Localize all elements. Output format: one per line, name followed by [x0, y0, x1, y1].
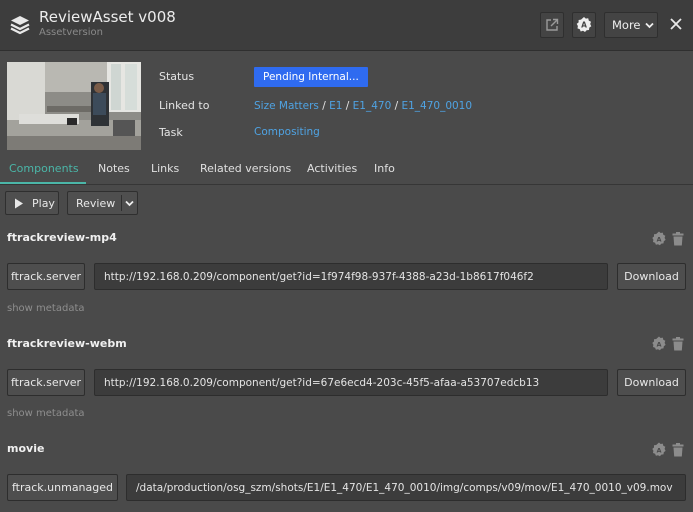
trash-icon[interactable]: [672, 232, 684, 246]
external-link-icon: [546, 18, 559, 31]
entity-type-label: Assetversion: [39, 27, 103, 38]
open-external-button[interactable]: [540, 12, 564, 38]
tab-info[interactable]: Info: [374, 162, 395, 175]
play-label: Play: [32, 196, 55, 210]
component-name: ftrackreview-webm: [7, 337, 127, 350]
tab-bar: Components Notes Links Related versions …: [0, 156, 693, 185]
svg-text:A: A: [656, 446, 661, 454]
active-tab-indicator: [0, 182, 86, 184]
play-button[interactable]: Play: [5, 191, 59, 215]
tab-links[interactable]: Links: [151, 162, 179, 175]
status-label: Status: [159, 70, 195, 83]
close-button[interactable]: [666, 14, 686, 34]
show-metadata-link[interactable]: show metadata: [7, 408, 85, 419]
tab-activities[interactable]: Activities: [307, 162, 357, 175]
download-button[interactable]: Download: [617, 369, 686, 396]
svg-text:A: A: [581, 21, 587, 30]
component-actions: A: [651, 442, 685, 458]
show-metadata-link[interactable]: show metadata: [7, 303, 85, 314]
tab-notes[interactable]: Notes: [98, 162, 130, 175]
dropdown-divider: [121, 195, 122, 211]
trash-icon[interactable]: [672, 443, 684, 457]
breadcrumb-link-shot[interactable]: E1_470_0010: [401, 100, 472, 112]
task-label: Task: [159, 126, 183, 139]
location-button[interactable]: ftrack.server: [7, 369, 85, 396]
location-button[interactable]: ftrack.unmanaged: [7, 474, 118, 501]
more-dropdown[interactable]: More: [604, 12, 658, 38]
svg-text:A: A: [656, 340, 661, 348]
chevron-down-icon: [645, 22, 654, 29]
component-actions: A: [651, 336, 685, 352]
page-title: ReviewAsset v008: [39, 8, 176, 26]
svg-text:A: A: [656, 235, 661, 243]
tab-related-versions[interactable]: Related versions: [200, 162, 291, 175]
tab-components[interactable]: Components: [9, 162, 79, 175]
component-name: ftrackreview-mp4: [7, 231, 117, 244]
component-name: movie: [7, 442, 45, 455]
linked-to-breadcrumb: Size Matters / E1 / E1_470 / E1_470_0010: [254, 100, 472, 112]
location-button[interactable]: ftrack.server: [7, 263, 85, 290]
breadcrumb-link-project[interactable]: Size Matters: [254, 100, 319, 112]
thumbnail-image: [7, 62, 141, 150]
task-link[interactable]: Compositing: [254, 126, 320, 138]
layers-icon: [10, 16, 30, 35]
component-url-field[interactable]: http://192.168.0.209/component/get?id=1f…: [94, 263, 608, 290]
component-actions: A: [651, 231, 685, 247]
download-button[interactable]: Download: [617, 263, 686, 290]
play-icon: [15, 198, 23, 208]
gear-icon[interactable]: A: [651, 336, 667, 352]
review-dropdown[interactable]: Review: [67, 191, 138, 215]
breadcrumb-link-sequence[interactable]: E1_470: [353, 100, 392, 112]
linked-to-label: Linked to: [159, 99, 210, 112]
settings-badge-icon: A: [576, 17, 592, 32]
gear-icon[interactable]: A: [651, 231, 667, 247]
breadcrumb-separator: /: [391, 100, 402, 112]
version-thumbnail[interactable]: [7, 62, 141, 150]
header: ReviewAsset v008 Assetversion A More: [0, 0, 693, 51]
breadcrumb-separator: /: [318, 100, 330, 112]
gear-icon[interactable]: A: [651, 442, 667, 458]
breadcrumb-link-episode[interactable]: E1: [329, 100, 342, 112]
review-label: Review: [76, 196, 116, 210]
component-path-field[interactable]: /data/production/osg_szm/shots/E1/E1_470…: [126, 474, 686, 501]
breadcrumb-separator: /: [342, 100, 353, 112]
more-label: More: [612, 18, 641, 32]
trash-icon[interactable]: [672, 337, 684, 351]
close-icon: [670, 18, 682, 30]
component-url-field[interactable]: http://192.168.0.209/component/get?id=67…: [94, 369, 608, 396]
chevron-down-icon: [125, 200, 134, 207]
settings-button[interactable]: A: [572, 12, 596, 38]
status-badge[interactable]: Pending Internal...: [254, 67, 368, 87]
